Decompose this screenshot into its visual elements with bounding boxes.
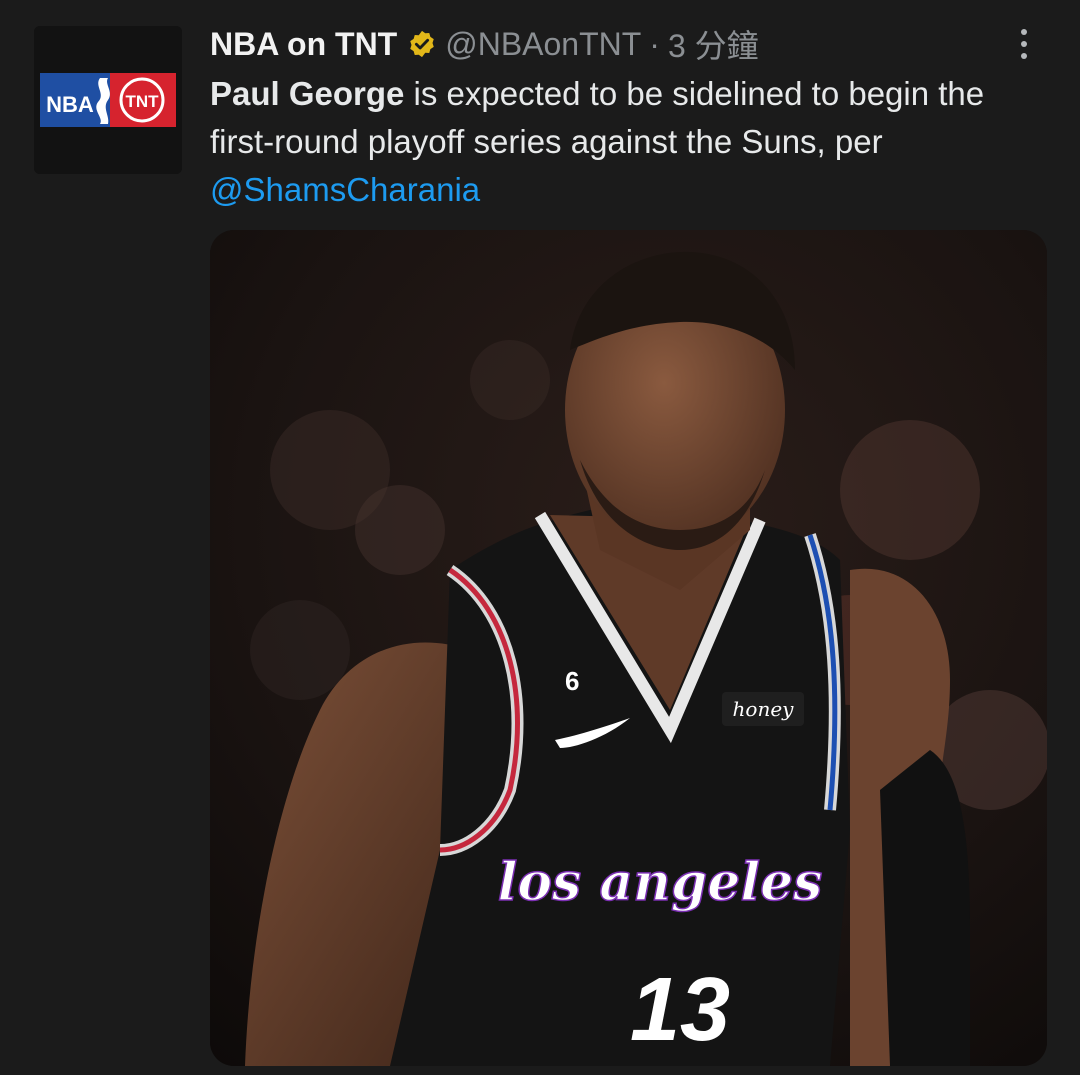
player-photo-image: 6 honey los angeles 13 [210, 230, 1047, 1066]
separator-dot: · [649, 25, 660, 62]
svg-text:honey: honey [733, 697, 795, 721]
nba-tnt-logo: NBA TNT [34, 26, 182, 174]
svg-text:NBA: NBA [46, 92, 94, 117]
verified-badge-icon [407, 29, 437, 59]
more-options-icon[interactable] [1012, 24, 1036, 64]
svg-text:TNT: TNT [125, 92, 159, 111]
tweet-photo[interactable]: 6 honey los angeles 13 [210, 230, 1047, 1066]
tweet-timestamp[interactable]: 3 分鐘 [668, 21, 759, 67]
author-avatar[interactable]: NBA TNT [34, 26, 182, 174]
svg-text:13: 13 [630, 960, 730, 1060]
svg-text:6: 6 [565, 666, 579, 696]
tweet-text: Paul George is expected to be sidelined … [210, 70, 1050, 214]
mention-link[interactable]: @ShamsCharania [210, 171, 480, 208]
author-display-name[interactable]: NBA on TNT [210, 26, 397, 63]
author-handle[interactable]: @NBAonTNT [445, 26, 641, 63]
tweet-text-bold: Paul George [210, 75, 405, 112]
tweet-header: NBA on TNT @NBAonTNT · 3 分鐘 [210, 21, 1020, 67]
svg-text:los angeles: los angeles [498, 852, 823, 913]
